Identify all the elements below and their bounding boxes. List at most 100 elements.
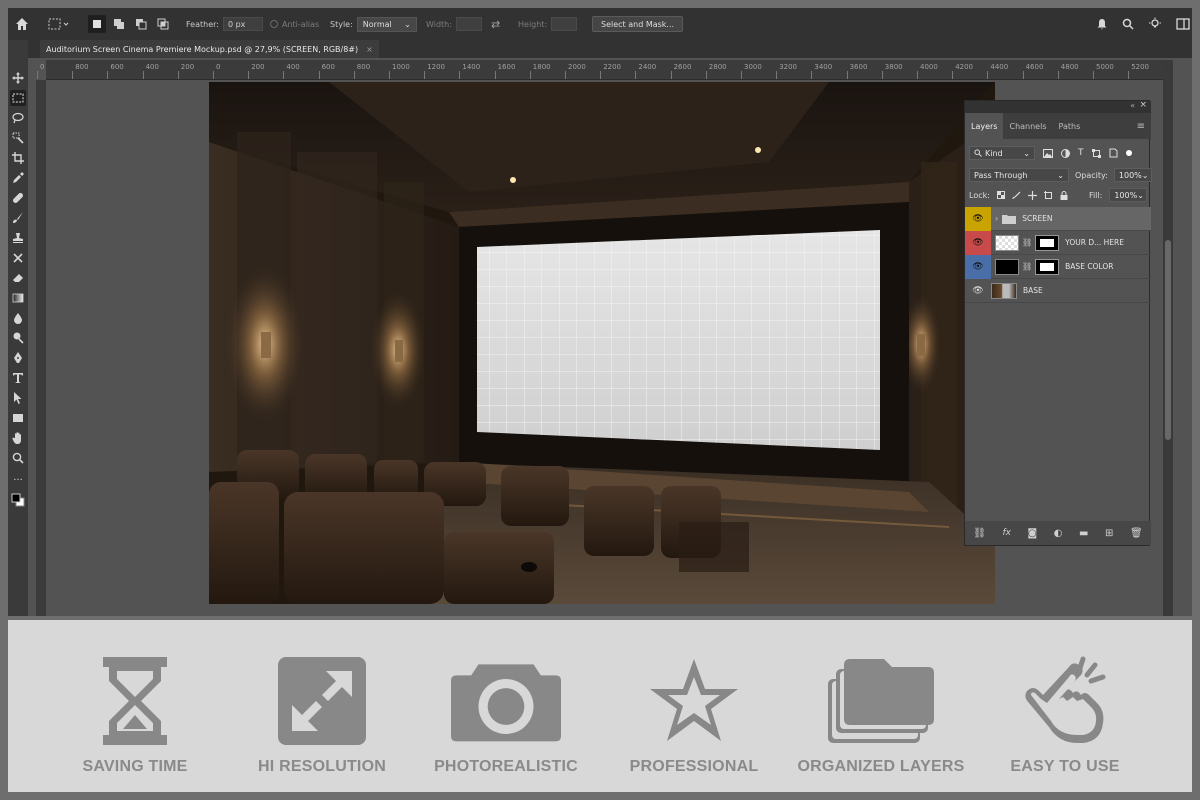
filter-type-icon[interactable]: T — [1078, 148, 1084, 158]
document-tab[interactable]: Auditorium Screen Cinema Premiere Mockup… — [40, 40, 379, 58]
add-selection-button[interactable] — [110, 15, 128, 33]
lasso-tool[interactable] — [10, 110, 26, 126]
workspace-icon[interactable] — [1176, 17, 1190, 31]
blur-tool[interactable] — [10, 310, 26, 326]
move-tool[interactable] — [10, 70, 26, 86]
vertical-ruler — [36, 80, 46, 616]
crop-tool[interactable] — [10, 150, 26, 166]
filter-adjustment-icon[interactable] — [1061, 148, 1070, 158]
add-mask-icon[interactable]: ◙ — [1028, 528, 1038, 539]
filter-shape-icon[interactable] — [1091, 148, 1101, 158]
layer-row-base[interactable]: 👁 BASE — [965, 279, 1151, 303]
height-input[interactable] — [551, 17, 578, 31]
type-tool[interactable] — [10, 370, 26, 386]
blend-mode-select[interactable]: Pass Through ⌄ — [969, 168, 1069, 182]
chevron-right-icon[interactable]: › — [995, 214, 998, 223]
pen-tool[interactable] — [10, 350, 26, 366]
healing-brush-tool[interactable] — [10, 190, 26, 206]
feature-easy-to-use: EASY TO USE — [975, 656, 1155, 776]
select-and-mask-button[interactable]: Select and Mask... — [592, 16, 684, 32]
tab-paths[interactable]: Paths — [1053, 113, 1087, 139]
quick-selection-tool[interactable] — [10, 130, 26, 146]
panel-menu-button[interactable]: ≡ — [1131, 113, 1151, 139]
swap-button[interactable]: ⇄ — [491, 8, 500, 40]
folder-icon — [1002, 214, 1017, 224]
color-swatches[interactable] — [10, 492, 26, 508]
hand-tool[interactable] — [10, 430, 26, 446]
lock-row: Lock: Fill: 100% ⌄ — [969, 187, 1148, 203]
chevron-down-icon: ⌄ — [1141, 170, 1149, 180]
ruler-tick-label: 200 — [248, 63, 265, 79]
link-layers-icon[interactable]: ⛓ — [973, 528, 986, 539]
layer-mask-thumbnail[interactable] — [1035, 258, 1060, 275]
layer-row-screen[interactable]: 👁 › SCREEN — [965, 206, 1151, 231]
tab-layers[interactable]: Layers — [965, 113, 1004, 139]
filter-pixel-icon[interactable] — [1043, 148, 1053, 158]
fx-icon[interactable]: fx — [1003, 528, 1012, 538]
style-select[interactable]: Normal ⌄ — [356, 16, 417, 32]
visibility-toggle[interactable]: 👁 — [965, 230, 991, 255]
close-icon[interactable]: × — [366, 45, 373, 54]
rectangular-marquee-tool[interactable] — [10, 90, 26, 106]
new-selection-button[interactable] — [88, 15, 106, 33]
new-layer-icon[interactable]: ⊞ — [1105, 528, 1113, 539]
subtract-selection-icon — [136, 19, 147, 30]
rectangle-tool[interactable] — [10, 410, 26, 426]
brush-tool[interactable] — [10, 210, 26, 226]
width-input[interactable] — [455, 17, 482, 31]
gradient-tool[interactable] — [10, 290, 26, 306]
layer-row-your-design[interactable]: 👁 ⛓ YOUR D... HERE — [965, 230, 1151, 255]
scrollbar-thumb[interactable] — [1165, 240, 1171, 440]
ruler-tick-label: 4800 — [1057, 63, 1079, 79]
vertical-scrollbar[interactable] — [1163, 60, 1173, 616]
path-selection-tool[interactable] — [10, 390, 26, 406]
zoom-tool[interactable] — [10, 450, 26, 466]
lock-pixels-icon[interactable] — [1012, 191, 1021, 200]
new-selection-icon — [93, 20, 101, 28]
ruler-tick-label: 1600 — [494, 63, 516, 79]
lock-all-icon[interactable] — [1060, 190, 1068, 200]
lock-artboard-icon[interactable] — [1043, 190, 1053, 200]
ruler-tick-label: 1200 — [424, 63, 446, 79]
new-group-icon[interactable]: ▬ — [1079, 528, 1088, 539]
filter-toggle-icon[interactable] — [1125, 150, 1132, 156]
star-icon — [639, 656, 749, 746]
history-brush-tool[interactable] — [10, 250, 26, 266]
collapse-icon[interactable]: « — [1130, 101, 1135, 110]
lock-position-icon[interactable] — [1027, 190, 1037, 200]
visibility-toggle[interactable]: 👁 — [965, 206, 991, 231]
more-tools-button[interactable]: ··· — [10, 472, 26, 488]
dodge-tool[interactable] — [10, 330, 26, 346]
visibility-toggle[interactable]: 👁 — [965, 254, 991, 279]
marquee-preset-button[interactable] — [48, 8, 70, 40]
document-canvas[interactable] — [209, 82, 995, 604]
opacity-label: Opacity: — [1075, 170, 1108, 180]
close-icon[interactable]: × — [1139, 100, 1147, 110]
subtract-selection-button[interactable] — [132, 15, 150, 33]
search-icon[interactable] — [1122, 18, 1134, 30]
antialias-checkbox[interactable] — [270, 20, 278, 28]
bell-icon[interactable] — [1096, 18, 1108, 30]
eye-icon: 👁 — [972, 261, 984, 272]
layer-row-base-color[interactable]: 👁 ⛓ BASE COLOR — [965, 254, 1151, 279]
eyedropper-tool[interactable] — [10, 170, 26, 186]
visibility-toggle[interactable]: 👁 — [965, 279, 991, 303]
home-button[interactable] — [14, 8, 30, 40]
filter-kind-select[interactable]: Kind ⌄ — [969, 146, 1035, 160]
filter-smart-object-icon[interactable] — [1109, 148, 1118, 158]
trash-icon[interactable]: 🗑 — [1130, 528, 1143, 539]
layer-thumbnail — [995, 258, 1019, 275]
eraser-tool[interactable] — [10, 270, 26, 286]
opacity-input[interactable]: 100% ⌄ — [1113, 168, 1152, 182]
lightbulb-icon[interactable] — [1148, 17, 1162, 31]
layer-mask-thumbnail[interactable] — [1035, 234, 1060, 251]
fill-input[interactable]: 100% ⌄ — [1109, 188, 1148, 202]
tab-channels[interactable]: Channels — [1003, 113, 1052, 139]
feather-input[interactable]: 0 px — [222, 17, 263, 31]
adjustment-layer-icon[interactable]: ◐ — [1054, 528, 1063, 539]
clone-stamp-tool[interactable] — [10, 230, 26, 246]
style-label: Style: — [330, 19, 353, 29]
intersect-selection-button[interactable] — [154, 15, 172, 33]
lock-transparent-icon[interactable] — [996, 191, 1005, 199]
ruler-tick-label: 400 — [142, 63, 159, 79]
